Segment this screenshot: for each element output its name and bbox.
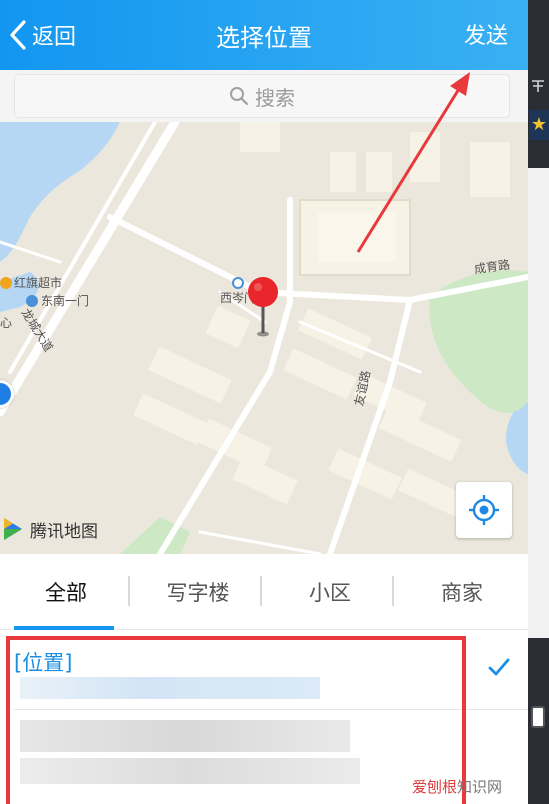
watermark: 爱刨根 知识网 bbox=[412, 776, 502, 797]
result-address-blurred bbox=[20, 758, 360, 784]
search-bar-container: 搜索 bbox=[0, 70, 528, 122]
map-label-left-edge: 心 bbox=[0, 316, 13, 330]
supermarket-icon bbox=[0, 276, 12, 289]
locate-me-button[interactable] bbox=[456, 482, 512, 538]
chevron-left-icon bbox=[10, 20, 26, 50]
tab-residential[interactable]: 小区 bbox=[264, 554, 396, 630]
map-view[interactable]: 红旗超市 东南一门 心 西岑门 龙城大道 成育路 友谊路 腾讯地图 bbox=[0, 122, 528, 554]
tab-shops[interactable]: 商家 bbox=[396, 554, 528, 630]
tab-office[interactable]: 写字楼 bbox=[132, 554, 264, 630]
background-glyph-icon bbox=[532, 80, 544, 92]
back-button[interactable]: 返回 bbox=[8, 16, 76, 54]
gate-icon bbox=[232, 277, 244, 289]
tab-separator bbox=[128, 576, 130, 606]
map-provider-name: 腾讯地图 bbox=[30, 521, 98, 542]
star-icon: ★ bbox=[529, 110, 549, 140]
list-item[interactable]: [位置] bbox=[0, 631, 528, 709]
checkmark-icon bbox=[488, 658, 510, 676]
tab-separator bbox=[392, 576, 394, 606]
page-title: 选择位置 bbox=[216, 24, 312, 52]
map-canvas bbox=[0, 122, 528, 554]
poi-supermarket[interactable]: 红旗超市 bbox=[0, 274, 62, 291]
search-input[interactable]: 搜索 bbox=[14, 74, 510, 118]
watermark-suffix: 知识网 bbox=[457, 778, 503, 796]
background-panel bbox=[528, 168, 549, 638]
crosshair-icon bbox=[469, 495, 499, 525]
tencent-map-logo-icon bbox=[4, 518, 22, 540]
background-fragment bbox=[530, 78, 546, 98]
active-tab-indicator bbox=[14, 626, 114, 630]
category-tabs: 全部 写字楼 小区 商家 bbox=[0, 554, 528, 630]
back-label: 返回 bbox=[32, 25, 77, 50]
tab-all[interactable]: 全部 bbox=[0, 554, 132, 630]
phone-icon bbox=[531, 706, 545, 728]
watermark-brand: 爱刨根 bbox=[412, 778, 458, 796]
location-picker-screen: 返回 选择位置 发送 搜索 红旗超市 东南一门 心 西岑门 龙城大道 成育路 友… bbox=[0, 0, 528, 804]
tab-separator bbox=[260, 576, 262, 606]
result-title: [位置] bbox=[14, 651, 73, 675]
search-icon bbox=[230, 87, 249, 106]
map-pin-icon[interactable] bbox=[246, 276, 280, 338]
map-provider-logo: 腾讯地图 bbox=[0, 516, 98, 542]
result-address-blurred bbox=[20, 677, 320, 699]
search-placeholder: 搜索 bbox=[255, 85, 295, 110]
background-app-strip: ★ bbox=[528, 0, 549, 804]
top-nav-bar: 返回 选择位置 发送 bbox=[0, 0, 528, 70]
result-title-blurred bbox=[20, 720, 350, 752]
poi-bus-stop[interactable]: 东南一门 bbox=[26, 292, 89, 309]
send-button[interactable]: 发送 bbox=[464, 18, 508, 50]
